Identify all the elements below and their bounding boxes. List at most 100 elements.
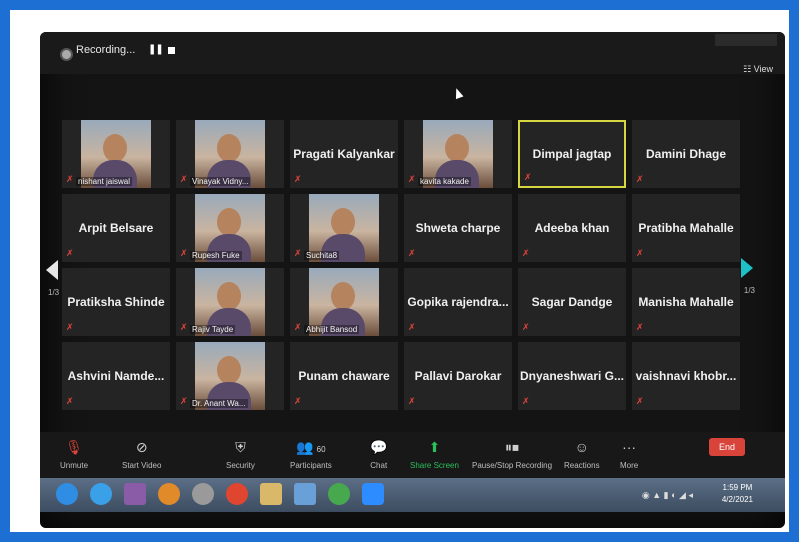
muted-mic-icon: ✗ — [522, 396, 530, 406]
participant-tile[interactable]: Suchita8 ✗ — [290, 194, 398, 262]
muted-mic-icon: ✗ — [408, 396, 416, 406]
muted-mic-icon: ✗ — [180, 248, 188, 258]
muted-mic-icon: 🎙 — [65, 439, 83, 455]
clock-date: 4/2/2021 — [721, 495, 753, 504]
participant-tile[interactable]: Pragati Kalyankar ✗ — [290, 120, 398, 188]
muted-mic-icon: ✗ — [180, 174, 188, 184]
unmute-button[interactable]: 🎙 Unmute — [60, 438, 88, 470]
muted-mic-icon: ✗ — [294, 174, 302, 184]
zoom-icon[interactable] — [362, 483, 384, 505]
meeting-toolbar: 🎙 Unmute ⊘ Start Video ⛨ Security 👥 60 Pa… — [40, 432, 785, 478]
participant-tile[interactable]: Shweta charpe ✗ — [404, 194, 512, 262]
participants-button[interactable]: 👥 60 Participants — [290, 438, 332, 470]
participant-tile[interactable]: nishant jaiswal ✗ — [62, 120, 170, 188]
pause-recording-icon[interactable]: ❚❚ — [148, 44, 164, 55]
reactions-label: Reactions — [564, 461, 600, 470]
photo-frame: Recording... ❚❚ ☷ View 1/3 1/3 nishant j… — [10, 10, 789, 532]
participant-name: Rajiv Tayde — [190, 325, 236, 334]
participant-name: kavita kakade — [418, 177, 471, 186]
reactions-button[interactable]: ☺ Reactions — [564, 438, 600, 470]
pause-stop-recording-button[interactable]: ⏸⏹ Pause/Stop Recording — [472, 438, 552, 470]
view-button[interactable]: ☷ View — [743, 64, 773, 75]
more-label: More — [620, 461, 639, 470]
windows-taskbar: ◉ ▲ ▮ ◐ ◢ ◂ 1:59 PM 4/2/2021 — [40, 478, 785, 512]
clock-time: 1:59 PM — [722, 483, 753, 492]
start-icon[interactable] — [56, 483, 78, 505]
participant-tile[interactable]: Pratiksha Shinde ✗ — [62, 268, 170, 336]
muted-mic-icon: ✗ — [636, 322, 644, 332]
start-video-button[interactable]: ⊘ Start Video — [122, 438, 161, 470]
share-screen-label: Share Screen — [410, 461, 459, 470]
document-icon[interactable] — [294, 483, 316, 505]
previous-page-arrow-icon[interactable] — [46, 260, 58, 280]
ie-icon[interactable] — [90, 483, 112, 505]
chat-button[interactable]: 💬 Chat — [370, 438, 387, 470]
participant-tile[interactable]: kavita kakade ✗ — [404, 120, 512, 188]
start-video-label: Start Video — [122, 461, 162, 470]
participant-tile[interactable]: Punam chaware ✗ — [290, 342, 398, 410]
participant-name: Sagar Dandge — [531, 295, 613, 309]
pause-stop-recording-label: Pause/Stop Recording — [472, 461, 553, 470]
page-indicator-left: 1/3 — [48, 288, 60, 297]
participant-tile[interactable]: Pratibha Mahalle ✗ — [632, 194, 740, 262]
share-screen-button[interactable]: ⬆ Share Screen — [410, 438, 459, 470]
participant-tile[interactable]: Pallavi Darokar ✗ — [404, 342, 512, 410]
participant-name: Arpit Belsare — [78, 221, 154, 235]
system-tray-icons[interactable]: ◉ ▲ ▮ ◐ ◢ ◂ — [642, 490, 693, 501]
window-controls[interactable] — [715, 34, 777, 46]
participant-name: Gopika rajendra... — [407, 295, 509, 309]
face — [445, 134, 469, 162]
participant-tile[interactable]: Dr. Anant Wa... ✗ — [176, 342, 284, 410]
participant-name: Punam chaware — [298, 369, 390, 383]
mail-icon[interactable] — [124, 483, 146, 505]
security-button[interactable]: ⛨ Security — [226, 438, 255, 470]
muted-mic-icon: ✗ — [66, 396, 74, 406]
participant-name: Abhijit Bansod — [304, 325, 360, 334]
recording-label: Recording... — [76, 44, 136, 56]
participant-tile[interactable]: Abhijit Bansod ✗ — [290, 268, 398, 336]
app-icon[interactable] — [192, 483, 214, 505]
participant-name: Suchita8 — [304, 251, 340, 260]
participant-tile[interactable]: Gopika rajendra... ✗ — [404, 268, 512, 336]
participant-gallery: nishant jaiswal ✗ Vinayak Vidny... ✗ Pragati… — [62, 120, 744, 420]
participant-name: Dimpal jagtap — [532, 147, 612, 161]
firefox-icon[interactable] — [158, 483, 180, 505]
face — [217, 134, 241, 162]
participant-tile[interactable]: Sagar Dandge ✗ — [518, 268, 626, 336]
folder-icon[interactable] — [260, 483, 282, 505]
participant-tile[interactable]: Manisha Mahalle ✗ — [632, 268, 740, 336]
participant-tile[interactable]: Rupesh Fuke ✗ — [176, 194, 284, 262]
participant-name: Pragati Kalyankar — [293, 147, 395, 161]
participant-tile[interactable]: Ashvini Namde... ✗ — [62, 342, 170, 410]
view-label: View — [753, 64, 773, 74]
muted-mic-icon: ✗ — [66, 322, 74, 332]
participant-tile[interactable]: vaishnavi khobr... ✗ — [632, 342, 740, 410]
record-icon — [60, 48, 73, 61]
participant-tile[interactable]: Adeeba khan ✗ — [518, 194, 626, 262]
muted-mic-icon: ✗ — [636, 248, 644, 258]
participant-name: Shweta charpe — [415, 221, 501, 235]
participant-name: Rupesh Fuke — [190, 251, 242, 260]
zoom-window: Recording... ❚❚ ☷ View 1/3 1/3 nishant j… — [40, 32, 785, 528]
participant-name: Ashvini Namde... — [67, 369, 165, 383]
participant-tile[interactable]: Vinayak Vidny... ✗ — [176, 120, 284, 188]
face — [217, 282, 241, 310]
participant-tile[interactable]: Dimpal jagtap ✗ — [518, 120, 626, 188]
stop-recording-icon[interactable] — [168, 47, 175, 54]
face — [217, 208, 241, 236]
chat-label: Chat — [370, 461, 388, 470]
share-screen-icon: ⬆ — [428, 439, 441, 455]
participant-tile[interactable]: Arpit Belsare ✗ — [62, 194, 170, 262]
participants-icon: 👥 60 — [296, 439, 326, 455]
muted-mic-icon: ✗ — [524, 172, 532, 182]
participant-tile[interactable]: Damini Dhage ✗ — [632, 120, 740, 188]
participant-tile[interactable]: Rajiv Tayde ✗ — [176, 268, 284, 336]
more-button[interactable]: ··· More — [620, 438, 638, 470]
participant-tile[interactable]: Dnyaneshwari G... ✗ — [518, 342, 626, 410]
opera-icon[interactable] — [226, 483, 248, 505]
chrome-icon[interactable] — [328, 483, 350, 505]
muted-mic-icon: ✗ — [408, 248, 416, 258]
end-meeting-button[interactable]: End — [709, 438, 745, 456]
unmute-label: Unmute — [60, 461, 89, 470]
taskbar-clock[interactable]: 1:59 PM 4/2/2021 — [722, 482, 753, 506]
